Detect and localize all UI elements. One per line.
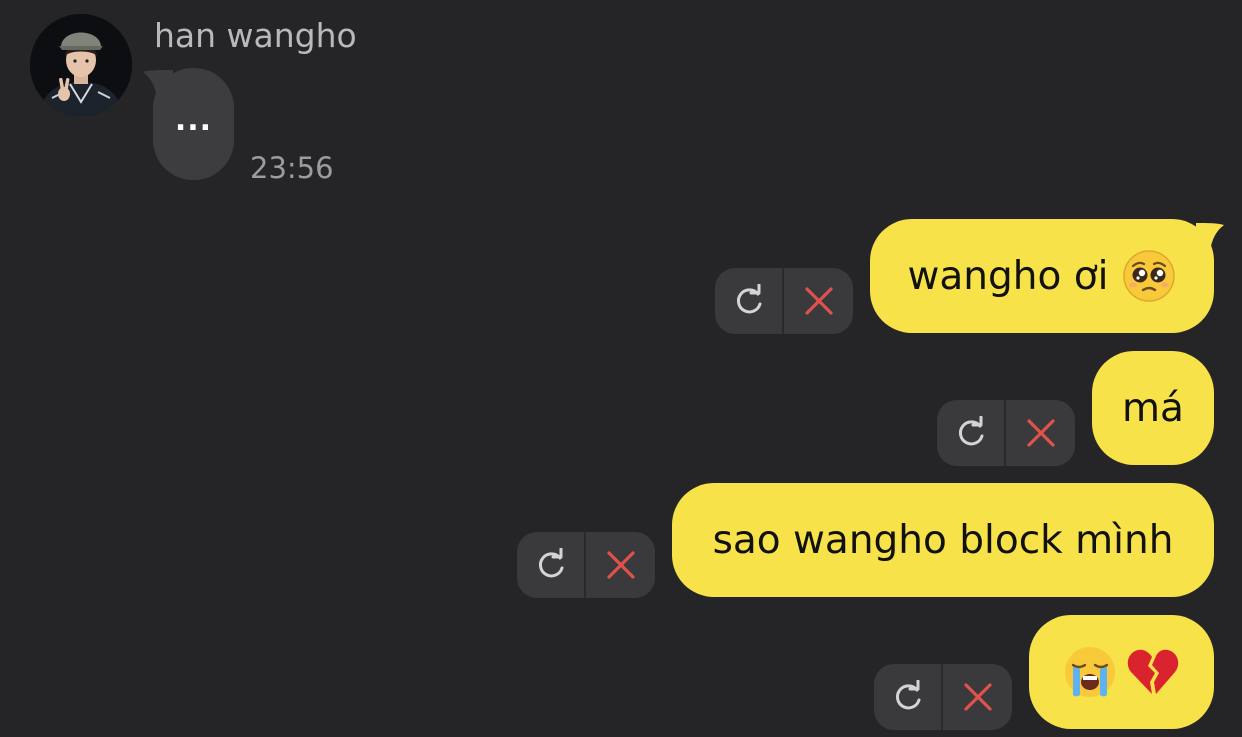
typing-indicator: ... [174,103,213,138]
failed-message-actions [937,400,1075,466]
message-text: sao wangho block mình [712,517,1174,563]
pleading-face-emoji [1123,250,1176,302]
outgoing-bubble-tail [1196,223,1224,251]
delete-button[interactable] [784,268,853,334]
failed-message-actions [517,532,655,598]
delete-button[interactable] [943,664,1012,730]
message-timestamp: 23:56 [250,151,334,185]
delete-button[interactable] [586,532,655,598]
outgoing-message-bubble[interactable]: sao wangho block mình [672,483,1214,597]
failed-message-actions [715,268,853,334]
outgoing-message-bubble[interactable]: wangho ơi [870,219,1214,333]
retry-icon [538,548,563,578]
retry-icon [736,284,761,314]
delete-x-icon [963,683,992,711]
retry-button[interactable] [715,268,784,334]
sender-name: han wangho [154,16,357,55]
failed-message-actions [874,664,1012,730]
retry-icon [895,680,920,710]
message-text: wangho ơi [907,253,1109,299]
profile-photo-icon [30,14,132,116]
delete-x-icon [1026,419,1055,447]
retry-icon [958,416,983,446]
broken-heart-emoji [1127,649,1178,694]
retry-button[interactable] [937,400,1006,466]
delete-x-icon [606,551,635,579]
outgoing-message-bubble[interactable]: má [1092,351,1214,465]
delete-x-icon [804,287,833,315]
outgoing-message-bubble[interactable] [1029,615,1214,729]
delete-button[interactable] [1006,400,1075,466]
message-text: má [1122,385,1184,431]
chat-screen: han wangho ... 23:56 wangho ơi má sao wa… [0,0,1242,737]
loudly-crying-face-emoji [1064,647,1115,697]
retry-button[interactable] [517,532,586,598]
incoming-message-bubble[interactable]: ... [153,68,234,180]
retry-button[interactable] [874,664,943,730]
sender-avatar[interactable] [30,14,132,116]
